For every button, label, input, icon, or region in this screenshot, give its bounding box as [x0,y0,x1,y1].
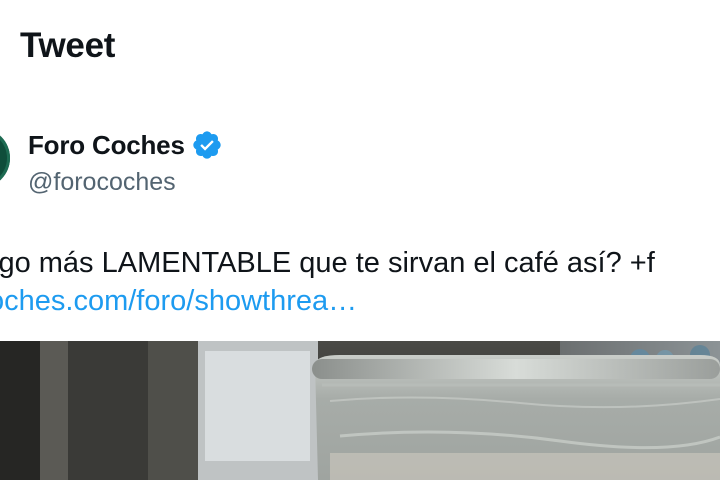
tweet-link[interactable]: oches.com/foro/showthrea… [0,282,357,320]
author-handle[interactable]: @forocoches [28,168,176,197]
tweet-text: lgo más LAMENTABLE que te sirvan el café… [0,247,655,279]
avatar[interactable] [0,128,10,188]
tweet-media-photo[interactable] [0,341,720,480]
page-title: Tweet [20,26,116,65]
author-name-row[interactable]: Foro Coches [28,129,223,161]
verified-badge-icon[interactable] [191,129,223,161]
header: Tweet [0,0,720,100]
author-display-name[interactable]: Foro Coches [28,130,185,161]
tweet-page: Tweet Foro Coches @forocoches lgo más LA… [0,0,720,480]
